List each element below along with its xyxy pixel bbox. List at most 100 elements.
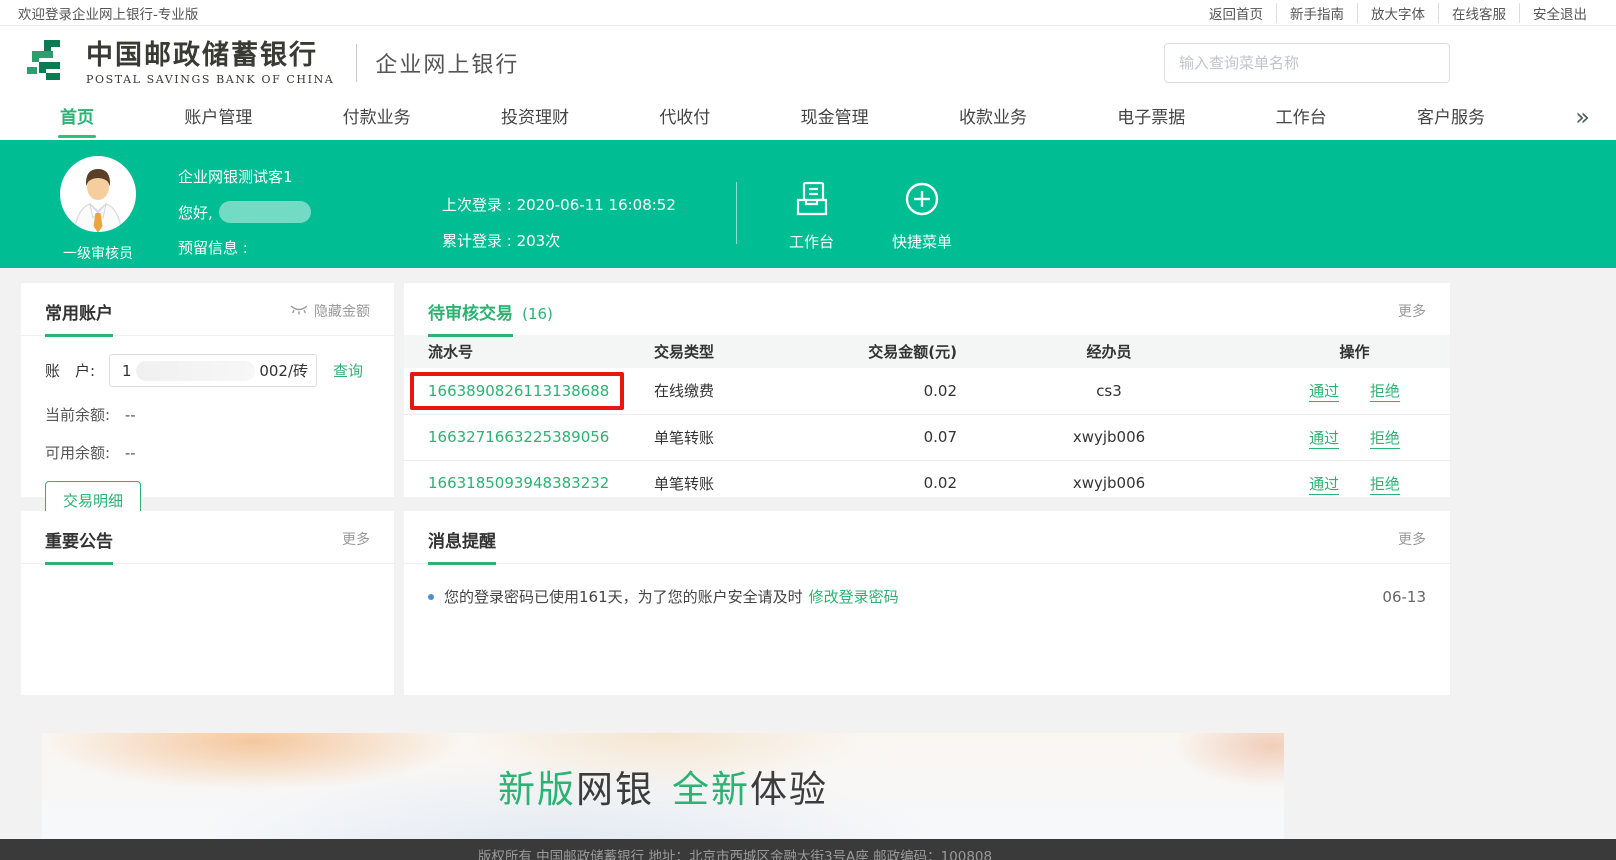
- welcome-text: 欢迎登录企业网上银行-专业版: [18, 3, 198, 23]
- psbc-logo-icon: [24, 38, 76, 88]
- approve-link[interactable]: 通过: [1309, 382, 1339, 402]
- transaction-type: 单笔转账: [654, 414, 844, 460]
- col-header-operator: 经办员: [959, 335, 1259, 368]
- hide-amount-label: 隐藏金额: [314, 301, 370, 321]
- nav-tab-customer-service[interactable]: 客户服务: [1417, 103, 1485, 138]
- masked-user-name: [219, 201, 311, 223]
- transaction-amount: 0.07: [844, 414, 959, 460]
- reject-link[interactable]: 拒绝: [1370, 475, 1400, 495]
- approve-link[interactable]: 通过: [1309, 475, 1339, 495]
- col-header-type: 交易类型: [654, 335, 844, 368]
- link-online-service[interactable]: 在线客服: [1438, 3, 1519, 23]
- user-role-label: 一级审核员: [52, 243, 144, 263]
- transaction-operator: xwyjb006: [959, 460, 1259, 506]
- copyright-text: 版权所有 中国邮政储蓄银行 地址：北京市西城区金融大街3号A座 邮政编码：100…: [478, 849, 992, 860]
- serial-link[interactable]: 1663185093948383232: [428, 474, 609, 492]
- nav-tab-e-bills[interactable]: 电子票据: [1117, 103, 1185, 138]
- transaction-type: 单笔转账: [654, 460, 844, 506]
- promo-part3: 全新: [672, 768, 750, 811]
- menu-search-input[interactable]: [1164, 43, 1450, 83]
- message-text: 您的登录密码已使用161天，为了您的账户安全请及时: [444, 586, 803, 607]
- total-login-text: 累计登录 : 203次: [442, 230, 736, 251]
- avatar: [60, 217, 136, 236]
- header-divider: [356, 44, 357, 82]
- available-balance-label: 可用余额:: [45, 444, 110, 462]
- table-row: 1663185093948383232 单笔转账 0.02 xwyjb006 通…: [404, 460, 1450, 506]
- last-login-text: 上次登录 : 2020-06-11 16:08:52: [442, 194, 736, 215]
- footer: 版权所有 中国邮政储蓄银行 地址：北京市西城区金融大街3号A座 邮政编码：100…: [0, 839, 1616, 860]
- transaction-type: 在线缴费: [654, 368, 844, 414]
- bank-name-block: 中国邮政储蓄银行 POSTAL SAVINGS BANK OF CHINA: [86, 41, 334, 86]
- link-return-home[interactable]: 返回首页: [1196, 3, 1276, 23]
- transaction-amount: 0.02: [844, 368, 959, 414]
- nav-tab-home[interactable]: 首页: [60, 103, 94, 138]
- promo-part1: 新版: [498, 768, 576, 811]
- product-name: 企业网上银行: [375, 47, 519, 79]
- quick-menu-shortcut[interactable]: 快捷菜单: [892, 180, 952, 252]
- account-select[interactable]: 1 002/砖: [109, 354, 317, 387]
- account-value-prefix: 1: [122, 362, 132, 380]
- reject-link[interactable]: 拒绝: [1370, 429, 1400, 449]
- promo-part4: 体验: [750, 768, 828, 811]
- login-info: 上次登录 : 2020-06-11 16:08:52 累计登录 : 203次: [442, 194, 736, 251]
- user-banner: 一级审核员 企业网银测试客1 您好, 预留信息 : 上次登录 : 2020-06…: [0, 140, 1616, 268]
- notice-more-link[interactable]: 更多: [342, 529, 370, 549]
- transaction-operator: cs3: [959, 368, 1259, 414]
- notice-panel-title: 重要公告: [45, 527, 113, 565]
- nav-tab-investment[interactable]: 投资理财: [501, 103, 569, 138]
- nav-tab-cash-management[interactable]: 现金管理: [801, 103, 869, 138]
- serial-link[interactable]: 1663271663225389056: [428, 428, 609, 446]
- nav-tab-account-management[interactable]: 账户管理: [184, 103, 252, 138]
- query-link[interactable]: 查询: [333, 360, 363, 381]
- pending-transactions-table: 流水号 交易类型 交易金额(元) 经办员 操作 1663890826113138…: [404, 335, 1450, 506]
- col-header-serial: 流水号: [404, 335, 654, 368]
- plus-circle-icon: [903, 203, 941, 222]
- reject-link[interactable]: 拒绝: [1370, 382, 1400, 402]
- message-more-link[interactable]: 更多: [1398, 529, 1426, 549]
- nav-tab-receivables[interactable]: 收款业务: [959, 103, 1027, 138]
- bank-logo: 中国邮政储蓄银行 POSTAL SAVINGS BANK OF CHINA: [24, 38, 334, 88]
- current-balance-value: --: [125, 406, 136, 424]
- utility-links: 返回首页 新手指南 放大字体 在线客服 安全退出: [1196, 3, 1600, 23]
- bank-name-cn: 中国邮政储蓄银行: [86, 41, 334, 71]
- main-nav: 首页 账户管理 付款业务 投资理财 代收付 现金管理 收款业务 电子票据 工作台…: [0, 100, 1616, 140]
- workbench-icon: [792, 203, 832, 222]
- available-balance-value: --: [125, 444, 136, 462]
- bullet-dot-icon: [428, 594, 434, 600]
- col-header-actions: 操作: [1259, 335, 1450, 368]
- serial-link[interactable]: 1663890826113138688: [428, 382, 609, 400]
- col-header-amount: 交易金额(元): [844, 335, 959, 368]
- account-label: 账 户:: [45, 360, 109, 381]
- nav-tab-collection-payment[interactable]: 代收付: [659, 103, 710, 138]
- pending-panel-title: 待审核交易: [428, 299, 513, 337]
- header: 中国邮政储蓄银行 POSTAL SAVINGS BANK OF CHINA 企业…: [0, 26, 1616, 100]
- link-enlarge-font[interactable]: 放大字体: [1357, 3, 1438, 23]
- user-info: 企业网银测试客1 您好, 预留信息 :: [178, 166, 442, 258]
- nav-more-chevron-icon[interactable]: »: [1575, 107, 1590, 133]
- transaction-amount: 0.02: [844, 460, 959, 506]
- promo-part2: 网银: [576, 768, 654, 811]
- promo-banner: 新版网银全新体验: [42, 733, 1284, 839]
- current-balance-label: 当前余额:: [45, 406, 110, 424]
- message-reminder-panel: 消息提醒 更多 您的登录密码已使用161天，为了您的账户安全请及时 修改登录密码…: [404, 511, 1450, 695]
- workbench-shortcut[interactable]: 工作台: [789, 180, 834, 252]
- nav-tab-workbench[interactable]: 工作台: [1276, 103, 1327, 138]
- message-item: 您的登录密码已使用161天，为了您的账户安全请及时 修改登录密码 06-13: [428, 586, 1426, 607]
- link-beginner-guide[interactable]: 新手指南: [1276, 3, 1357, 23]
- pending-more-link[interactable]: 更多: [1398, 301, 1426, 321]
- eye-closed-icon: [289, 303, 309, 319]
- company-name: 企业网银测试客1: [178, 166, 442, 187]
- message-panel-title: 消息提醒: [428, 527, 496, 565]
- message-date: 06-13: [1382, 588, 1426, 606]
- frequent-accounts-panel: 常用账户 隐藏金额: [21, 283, 394, 497]
- hide-amount-toggle[interactable]: 隐藏金额: [289, 301, 370, 321]
- important-notice-panel: 重要公告 更多: [21, 511, 394, 695]
- bank-name-en: POSTAL SAVINGS BANK OF CHINA: [86, 73, 334, 86]
- approve-link[interactable]: 通过: [1309, 429, 1339, 449]
- change-password-link[interactable]: 修改登录密码: [809, 586, 899, 607]
- nav-tab-payment[interactable]: 付款业务: [343, 103, 411, 138]
- content-area: 常用账户 隐藏金额: [0, 268, 1616, 839]
- quick-menu-label: 快捷菜单: [892, 231, 952, 252]
- reserved-info-label: 预留信息 :: [178, 237, 442, 258]
- link-safe-logout[interactable]: 安全退出: [1519, 3, 1600, 23]
